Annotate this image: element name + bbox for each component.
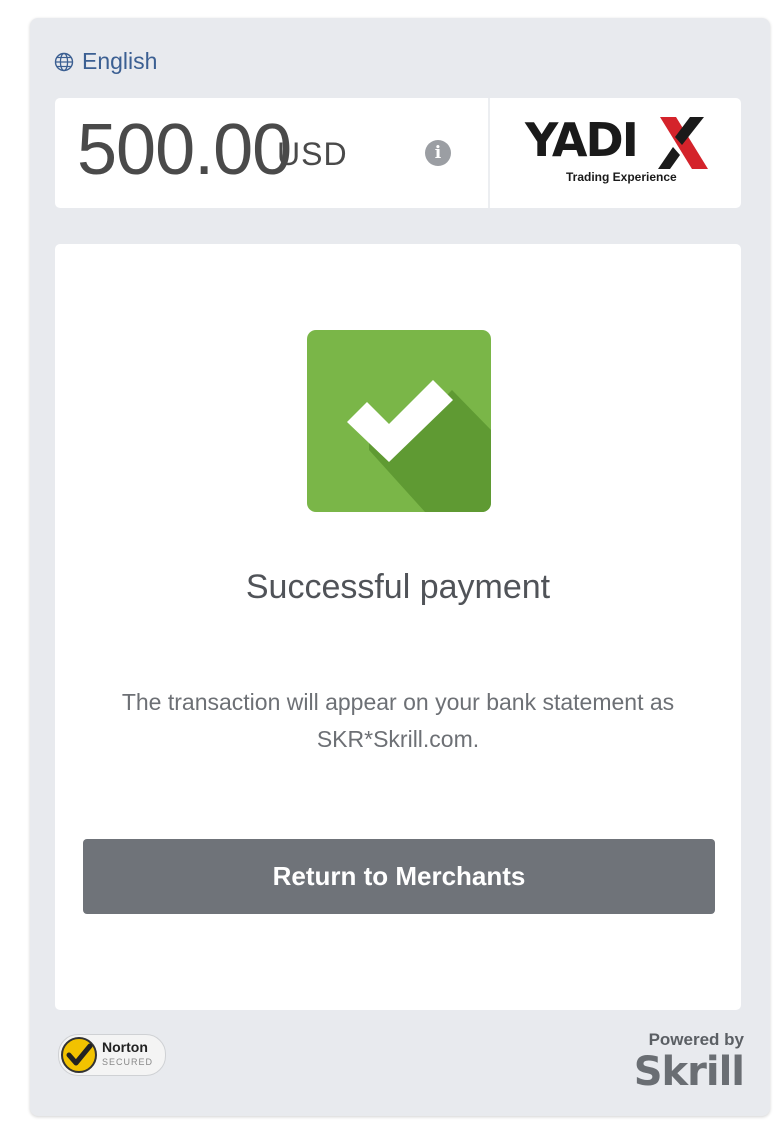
payment-panel: English 500.00 USD i YADI Trading Experi… (30, 18, 770, 1116)
norton-check-icon (61, 1037, 97, 1073)
status-title: Successful payment (245, 568, 551, 606)
success-check-icon (307, 330, 491, 512)
return-to-merchant-button[interactable]: Return to Merchants (83, 839, 715, 914)
skrill-logo: Skrill (633, 1049, 745, 1095)
language-selector[interactable]: English (54, 48, 157, 75)
norton-badge: Norton SECURED (58, 1034, 168, 1076)
globe-icon (54, 52, 74, 71)
powered-by-label: Powered by (648, 1030, 744, 1049)
norton-name: Norton (102, 1039, 148, 1055)
amount-section: 500.00 USD i (55, 98, 490, 208)
status-card: Successful payment The transaction will … (55, 244, 741, 1010)
merchant-logo: YADI Trading Experience (490, 98, 741, 208)
merchant-tagline: Trading Experience (566, 170, 677, 184)
norton-secured: SECURED (102, 1057, 154, 1067)
merchant-logo-text: YADI (525, 113, 639, 167)
amount-currency: USD (277, 136, 348, 172)
amount-value: 500.00 (77, 110, 292, 190)
amount-card: 500.00 USD i YADI Trading Experience (55, 98, 741, 208)
powered-by: Powered by Skrill (620, 1030, 745, 1095)
status-description: The transaction will appear on your bank… (121, 689, 675, 752)
merchant-logo-x-icon (658, 117, 708, 169)
language-label[interactable]: English (82, 48, 157, 75)
info-icon[interactable]: i (425, 140, 451, 166)
